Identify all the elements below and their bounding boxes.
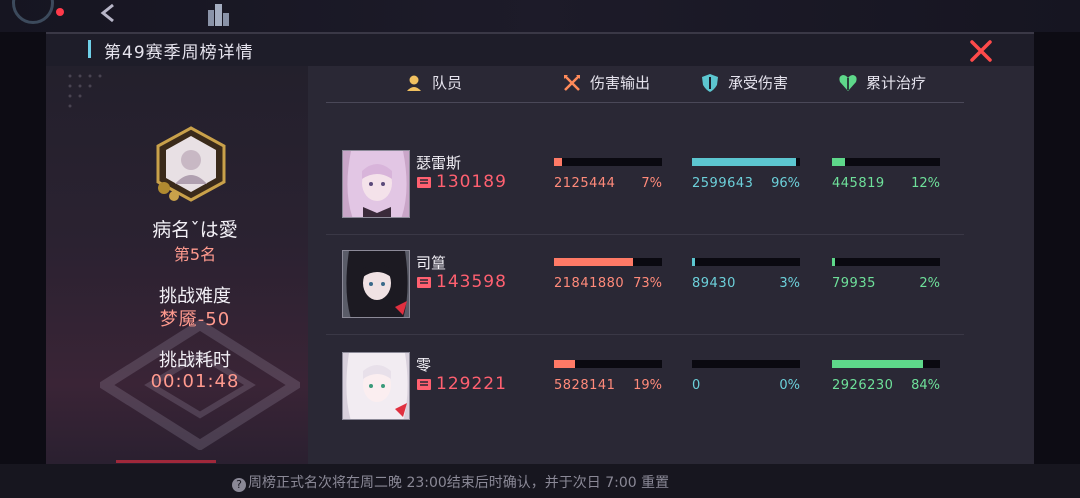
heart-icon — [839, 74, 857, 91]
heal-pct: 2% — [919, 276, 940, 291]
close-button[interactable] — [968, 38, 994, 64]
member-power: 130189 — [416, 172, 507, 192]
power-icon — [417, 277, 431, 288]
heal-bar — [832, 158, 940, 166]
time-label: 挑战耗时 — [159, 350, 231, 371]
header-member: 队员 — [404, 72, 462, 93]
header-taken-label: 承受伤害 — [728, 74, 789, 92]
dot-grid-decoration-icon — [68, 74, 102, 108]
heal-pct: 84% — [911, 378, 940, 393]
back-icon[interactable] — [96, 2, 120, 26]
notification-dot — [56, 8, 64, 16]
taken-value: 0 — [692, 378, 701, 393]
taken-bar-fill — [692, 158, 796, 166]
header-member-label: 队员 — [432, 74, 463, 92]
member-row: 司篁 143598 21841880 73% 89430 3% 79935 2% — [326, 242, 964, 328]
member-power-value: 143598 — [436, 272, 507, 292]
member-name: 司篁 — [416, 254, 447, 272]
top-bar — [0, 0, 1080, 32]
heal-pct: 12% — [911, 176, 940, 191]
taken-value: 2599643 — [692, 176, 754, 191]
member-name: 瑟雷斯 — [416, 154, 462, 172]
active-indicator — [116, 460, 216, 463]
title-accent — [88, 40, 91, 58]
heal-bar-fill — [832, 258, 835, 266]
damage-pct: 7% — [641, 176, 662, 191]
damage-pct: 73% — [633, 276, 662, 291]
damage-bar — [554, 258, 662, 266]
taken-bar — [692, 258, 800, 266]
member-avatar[interactable] — [342, 352, 410, 420]
heal-value: 445819 — [832, 176, 885, 191]
damage-pct: 19% — [633, 378, 662, 393]
taken-bar — [692, 158, 800, 166]
header-heal: 累计治疗 — [838, 72, 926, 93]
player-name: 病名ˇは愛 — [152, 219, 238, 241]
row-divider — [326, 334, 964, 335]
footer-notice-text: 周榜正式名次将在周二晚 23:00结束后时确认，并于次日 7:00 重置 — [248, 475, 670, 491]
damage-value: 5828141 — [554, 378, 616, 393]
info-icon: ? — [232, 478, 246, 492]
member-row: 零 129221 5828141 19% 0 0% 2926230 84% — [326, 344, 964, 430]
heal-bar-fill — [832, 360, 923, 368]
member-power: 143598 — [416, 272, 507, 292]
player-avatar-badge[interactable] — [150, 126, 232, 202]
time-value: 00:01:48 — [150, 371, 240, 392]
header-divider — [326, 102, 964, 103]
member-row: 瑟雷斯 130189 2125444 7% 2599643 96% 445819… — [326, 142, 964, 228]
taken-pct: 3% — [779, 276, 800, 291]
heal-value: 2926230 — [832, 378, 894, 393]
heal-bar — [832, 360, 940, 368]
damage-bar-fill — [554, 158, 562, 166]
member-power-value: 130189 — [436, 172, 507, 192]
footer-notice: ? 周榜正式名次将在周二晚 23:00结束后时确认，并于次日 7:00 重置 — [232, 472, 669, 492]
damage-bar-fill — [554, 360, 575, 368]
power-icon — [417, 177, 431, 188]
difficulty-value: 梦魇-50 — [159, 309, 231, 330]
header-taken: 承受伤害 — [700, 72, 788, 93]
damage-bar — [554, 360, 662, 368]
taken-bar — [692, 360, 800, 368]
row-divider — [326, 234, 964, 235]
heal-bar-fill — [832, 158, 845, 166]
heal-bar — [832, 258, 940, 266]
member-name: 零 — [416, 356, 432, 374]
power-icon — [417, 379, 431, 390]
player-rank: 第5名 — [173, 245, 217, 264]
member-icon — [407, 75, 421, 91]
member-avatar[interactable] — [342, 150, 410, 218]
taken-bar-fill — [692, 258, 695, 266]
shield-icon — [702, 73, 718, 92]
taken-pct: 0% — [779, 378, 800, 393]
damage-value: 21841880 — [554, 276, 625, 291]
header-damage-label: 伤害输出 — [590, 74, 651, 92]
swords-icon — [564, 74, 580, 91]
close-icon — [970, 40, 992, 62]
header-heal-label: 累计治疗 — [866, 74, 927, 92]
damage-value: 2125444 — [554, 176, 616, 191]
member-avatar[interactable] — [342, 250, 410, 318]
taken-value: 89430 — [692, 276, 736, 291]
heal-value: 79935 — [832, 276, 876, 291]
member-power: 129221 — [416, 374, 507, 394]
city-icon[interactable] — [206, 4, 230, 26]
taken-pct: 96% — [771, 176, 800, 191]
member-power-value: 129221 — [436, 374, 507, 394]
panel-title: 第49赛季周榜详情 — [104, 43, 254, 63]
damage-bar-fill — [554, 258, 633, 266]
header-damage: 伤害输出 — [562, 72, 650, 93]
damage-bar — [554, 158, 662, 166]
